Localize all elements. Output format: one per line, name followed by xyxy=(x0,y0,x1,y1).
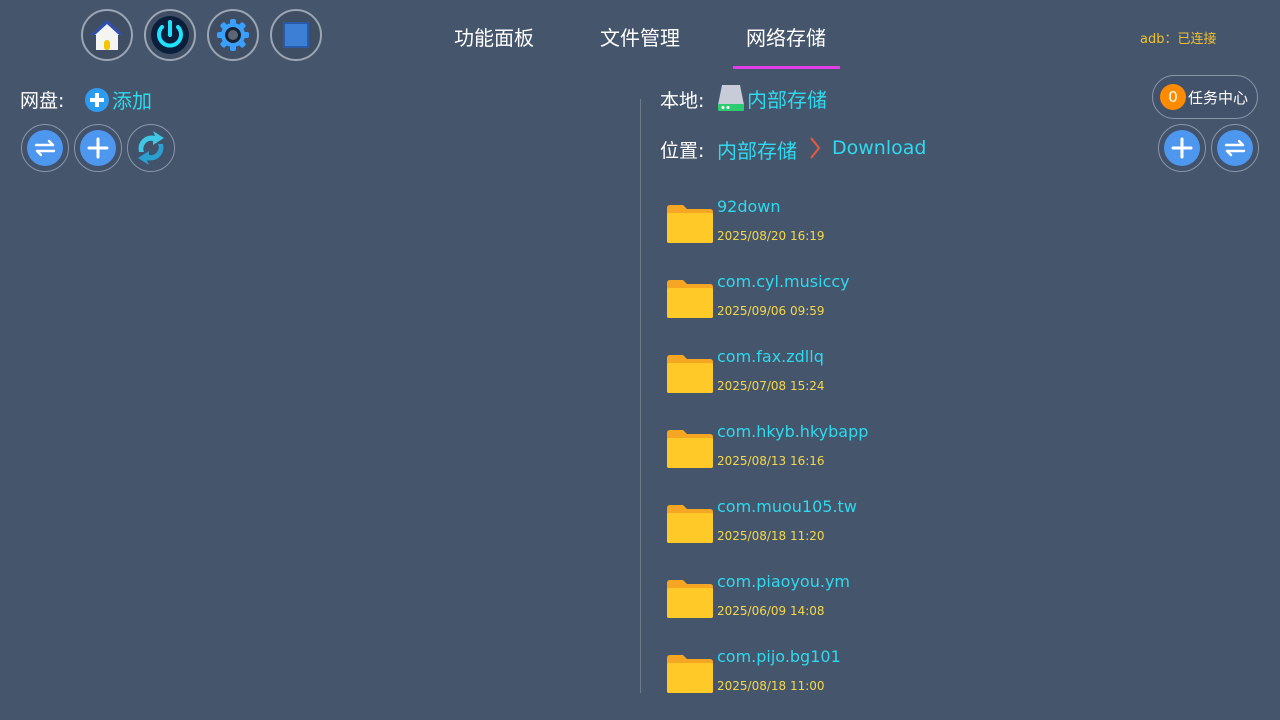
task-center-label: 任务中心 xyxy=(1188,88,1249,107)
storage-selector[interactable]: 内部存储 xyxy=(717,83,827,113)
adb-status: adb：已连接 xyxy=(1140,32,1217,47)
stop-square-icon xyxy=(283,22,309,48)
hard-drive-icon xyxy=(718,85,744,111)
list-item[interactable]: com.cyl.musiccy 2025/09/06 09:59 xyxy=(666,269,966,329)
tab-file-manager[interactable]: 文件管理 xyxy=(600,24,680,52)
folder-icon xyxy=(667,355,713,393)
add-netdisk-button[interactable]: 添加 xyxy=(84,85,152,114)
task-center-button[interactable]: 0 任务中心 xyxy=(1152,75,1258,119)
right-add-button[interactable] xyxy=(1158,124,1206,172)
settings-button[interactable] xyxy=(207,9,259,61)
storage-name: 内部存储 xyxy=(747,87,827,112)
list-item[interactable]: com.hkyb.hkybapp 2025/08/13 16:16 xyxy=(666,419,966,479)
file-name: com.fax.zdllq xyxy=(717,347,824,366)
left-add-button[interactable] xyxy=(74,124,122,172)
folder-icon xyxy=(667,430,713,468)
file-date: 2025/08/18 11:20 xyxy=(717,529,825,543)
file-name: com.pijo.bg101 xyxy=(717,647,841,666)
home-icon xyxy=(91,20,123,50)
file-date: 2025/08/18 11:00 xyxy=(717,679,825,693)
gear-icon xyxy=(217,19,249,51)
home-button[interactable] xyxy=(81,9,133,61)
right-swap-button[interactable] xyxy=(1211,124,1259,172)
list-item[interactable]: com.fax.zdllq 2025/07/08 15:24 xyxy=(666,344,966,404)
swap-icon xyxy=(1224,139,1246,157)
folder-icon xyxy=(667,205,713,243)
list-item[interactable]: com.piaoyou.ym 2025/06/09 14:08 xyxy=(666,569,966,629)
folder-icon xyxy=(667,655,713,693)
location-label: 位置: xyxy=(660,140,705,162)
list-item[interactable]: com.pijo.bg101 2025/08/18 11:00 xyxy=(666,644,966,704)
panel-divider xyxy=(640,99,641,693)
file-name: 92down xyxy=(717,197,781,216)
tab-function-panel[interactable]: 功能面板 xyxy=(454,24,534,52)
folder-icon xyxy=(667,280,713,318)
list-item[interactable]: 92down 2025/08/20 16:19 xyxy=(666,194,966,254)
folder-icon xyxy=(667,580,713,618)
active-tab-indicator xyxy=(733,66,840,69)
file-date: 2025/08/13 16:16 xyxy=(717,454,825,468)
folder-icon xyxy=(667,505,713,543)
plus-icon xyxy=(87,137,109,159)
file-name: com.piaoyou.ym xyxy=(717,572,850,591)
power-icon xyxy=(151,16,189,54)
file-date: 2025/06/09 14:08 xyxy=(717,604,825,618)
list-item[interactable]: com.muou105.tw 2025/08/18 11:20 xyxy=(666,494,966,554)
breadcrumb-download[interactable]: Download xyxy=(832,137,926,159)
chevron-right-icon xyxy=(810,137,821,159)
file-date: 2025/08/20 16:19 xyxy=(717,229,825,243)
local-label: 本地: xyxy=(660,90,705,112)
left-refresh-button[interactable] xyxy=(127,124,175,172)
file-name: com.hkyb.hkybapp xyxy=(717,422,869,441)
plus-icon xyxy=(1171,137,1193,159)
left-swap-button[interactable] xyxy=(21,124,69,172)
task-count-badge: 0 xyxy=(1160,84,1186,110)
add-label: 添加 xyxy=(112,89,152,113)
tab-network-storage[interactable]: 网络存储 xyxy=(746,24,826,52)
power-button[interactable] xyxy=(144,9,196,61)
file-date: 2025/07/08 15:24 xyxy=(717,379,825,393)
refresh-icon xyxy=(138,131,164,165)
file-date: 2025/09/06 09:59 xyxy=(717,304,825,318)
breadcrumb-internal-storage[interactable]: 内部存储 xyxy=(717,135,797,164)
file-name: com.cyl.musiccy xyxy=(717,272,850,291)
file-name: com.muou105.tw xyxy=(717,497,857,516)
stop-button[interactable] xyxy=(270,9,322,61)
plus-circle-icon xyxy=(85,87,109,112)
netdisk-label: 网盘: xyxy=(20,90,65,112)
swap-icon xyxy=(34,139,56,157)
